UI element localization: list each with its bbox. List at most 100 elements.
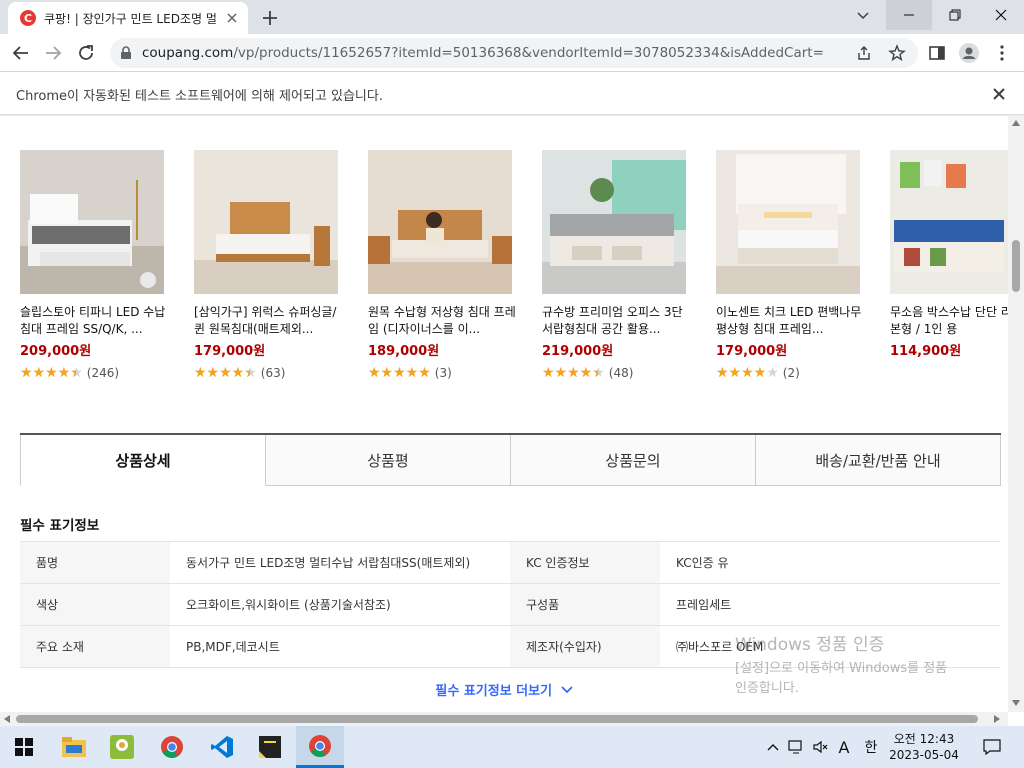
- product-price: 219,000원: [542, 344, 614, 359]
- review-count: (246): [86, 366, 120, 380]
- infobar-message: Chrome이 자동화된 테스트 소프트웨어에 의해 제어되고 있습니다.: [16, 89, 383, 104]
- product-name[interactable]: [삼익가구] 위럭스 슈퍼싱글/퀸 원목침대(매트제외...: [194, 304, 344, 338]
- start-button[interactable]: [0, 726, 48, 768]
- share-icon[interactable]: [856, 45, 872, 61]
- product-name[interactable]: 규수방 프리미엄 오피스 3단서랍형침대 공간 활용...: [542, 304, 692, 338]
- tab-shipping-returns[interactable]: 배송/교환/반품 안내: [756, 435, 1001, 486]
- chrome-menu-icon[interactable]: [991, 42, 1013, 64]
- rating-stars-icon: ★★★★★★★★★★: [20, 365, 83, 381]
- product-image[interactable]: [542, 150, 686, 294]
- windows-activation-watermark: Windows 정품 인증 [설정]으로 이동하여 Windows를 정품 인증…: [735, 630, 947, 699]
- windows-taskbar: A 한 오전 12:43 2023-05-04: [0, 726, 1024, 768]
- url-text: coupang.com/vp/products/11652657?itemId=…: [142, 45, 824, 61]
- watermark-line: 인증합니다.: [735, 681, 799, 696]
- tab-search-icon[interactable]: [840, 0, 886, 30]
- rating-stars-icon: ★★★★★★★★★★: [368, 365, 431, 381]
- horizontal-scrollbar[interactable]: [0, 712, 1008, 726]
- minimize-button[interactable]: [886, 0, 932, 30]
- spec-value: KC인증 유: [660, 541, 1000, 584]
- spec-key: 색상: [20, 583, 170, 626]
- product-image[interactable]: [716, 150, 860, 294]
- spec-key: 주요 소재: [20, 625, 170, 668]
- spec-key: KC 인증정보: [510, 541, 660, 584]
- ime-mode-indicator[interactable]: 한: [860, 726, 882, 768]
- chevron-down-icon: [560, 686, 573, 694]
- review-count: (63): [260, 366, 286, 380]
- scroll-up-icon[interactable]: [1012, 120, 1020, 126]
- watermark-text: [설정]으로 이동하여 Windows를 정품 인증합니다.: [735, 659, 947, 699]
- tab-product-detail[interactable]: 상품상세: [20, 435, 266, 486]
- product-image[interactable]: [890, 150, 1008, 294]
- recommendation-card[interactable]: 규수방 프리미엄 오피스 3단서랍형침대 공간 활용... 219,000원 ★…: [542, 150, 692, 380]
- recommendation-card[interactable]: 무소음 박스수납 단단 리스 기본형 / 1인 용 114,900원: [890, 150, 1008, 359]
- volume-muted-icon[interactable]: [810, 726, 832, 768]
- lock-icon[interactable]: [120, 46, 132, 60]
- recommendation-card[interactable]: 슬립스토아 티파니 LED 수납 침대 프레임 SS/Q/K, ... 209,…: [20, 150, 170, 380]
- table-row: 품명 동서가구 민트 LED조명 멀티수납 서랍침대SS(매트제외) KC 인증…: [20, 541, 1000, 584]
- folder-icon: [62, 737, 86, 757]
- product-image[interactable]: [194, 150, 338, 294]
- chrome-app[interactable]: [148, 726, 196, 768]
- page-content: 슬립스토아 티파니 LED 수납 침대 프레임 SS/Q/K, ... 209,…: [0, 116, 1008, 712]
- reload-icon[interactable]: [75, 42, 97, 64]
- product-price: 209,000원: [20, 344, 92, 359]
- spec-more-label[interactable]: 필수 표기정보 더보기: [435, 684, 552, 699]
- file-explorer-app[interactable]: [50, 726, 98, 768]
- product-name[interactable]: 이노센트 치크 LED 편백나무 평상형 침대 프레임...: [716, 304, 866, 338]
- map-pin-icon: [110, 735, 134, 759]
- review-count: (3): [434, 366, 452, 380]
- browser-tab[interactable]: C 쿠팡! | 장인가구 민트 LED조명 멀티수납: [8, 2, 248, 34]
- product-price: 179,000원: [194, 344, 266, 359]
- recommendation-card[interactable]: 이노센트 치크 LED 편백나무 평상형 침대 프레임... 179,000원 …: [716, 150, 866, 380]
- review-count: (2): [782, 366, 800, 380]
- product-detail-tabs: 상품상세 상품평 상품문의 배송/교환/반품 안내: [20, 433, 1001, 486]
- rating-stars-icon: ★★★★★★★★★★: [194, 365, 257, 381]
- bookmark-star-icon[interactable]: [888, 44, 906, 62]
- maps-app[interactable]: [98, 726, 146, 768]
- back-icon[interactable]: [10, 42, 32, 64]
- vscode-app[interactable]: [198, 726, 246, 768]
- tab-reviews[interactable]: 상품평: [266, 435, 511, 486]
- tray-overflow-icon[interactable]: [764, 726, 782, 768]
- new-tab-icon[interactable]: [258, 6, 282, 30]
- side-panel-icon[interactable]: [926, 42, 948, 64]
- product-name[interactable]: 슬립스토아 티파니 LED 수납 침대 프레임 SS/Q/K, ...: [20, 304, 170, 338]
- product-image[interactable]: [20, 150, 164, 294]
- vscode-icon: [211, 736, 233, 758]
- scroll-down-icon[interactable]: [1012, 700, 1020, 706]
- chrome-app-active[interactable]: [296, 726, 344, 768]
- scroll-left-icon[interactable]: [4, 715, 10, 723]
- product-rating: ★★★★★★★★★★(63): [194, 366, 344, 380]
- spec-value: 동서가구 민트 LED조명 멀티수납 서랍침대SS(매트제외): [170, 541, 510, 584]
- infobar-close-icon[interactable]: [990, 85, 1008, 103]
- url-host: coupang.com: [142, 45, 234, 61]
- product-rating: ★★★★★ ★★★★★ (3): [368, 366, 518, 380]
- spec-section-title: 필수 표기정보: [20, 518, 100, 534]
- tab-inquiries[interactable]: 상품문의: [511, 435, 756, 486]
- sticky-notes-app[interactable]: [246, 726, 294, 768]
- recommendation-card[interactable]: 원목 수납형 저상형 침대 프레임 (디자이너스를 이... 189,000원 …: [368, 150, 518, 380]
- profile-avatar-icon[interactable]: [958, 42, 980, 64]
- recommendation-card[interactable]: [삼익가구] 위럭스 슈퍼싱글/퀸 원목침대(매트제외... 179,000원 …: [194, 150, 344, 380]
- rating-stars-icon: ★★★★★★★★★★: [716, 365, 779, 381]
- recommendations-heading-clipped: [20, 116, 26, 123]
- network-icon[interactable]: [786, 726, 808, 768]
- horizontal-scroll-thumb[interactable]: [16, 715, 978, 723]
- restore-button[interactable]: [932, 0, 978, 30]
- input-language-indicator[interactable]: A: [834, 726, 854, 768]
- product-name[interactable]: 무소음 박스수납 단단 리스 기본형 / 1인 용: [890, 304, 1008, 338]
- product-price: 179,000원: [716, 344, 788, 359]
- vertical-scrollbar[interactable]: [1008, 116, 1024, 712]
- browser-toolbar: coupang.com/vp/products/11652657?itemId=…: [0, 34, 1024, 72]
- address-bar[interactable]: coupang.com/vp/products/11652657?itemId=…: [110, 38, 918, 68]
- automation-infobar: Chrome이 자동화된 테스트 소프트웨어에 의해 제어되고 있습니다.: [0, 72, 1024, 115]
- taskbar-clock[interactable]: 오전 12:43 2023-05-04: [888, 731, 960, 763]
- tab-close-icon[interactable]: [224, 10, 240, 26]
- forward-icon[interactable]: [42, 42, 64, 64]
- vertical-scroll-thumb[interactable]: [1012, 240, 1020, 292]
- close-window-button[interactable]: [978, 0, 1024, 30]
- notification-center-icon[interactable]: [978, 726, 1006, 768]
- scroll-right-icon[interactable]: [994, 715, 1000, 723]
- product-name[interactable]: 원목 수납형 저상형 침대 프레임 (디자이너스를 이...: [368, 304, 518, 338]
- product-image[interactable]: [368, 150, 512, 294]
